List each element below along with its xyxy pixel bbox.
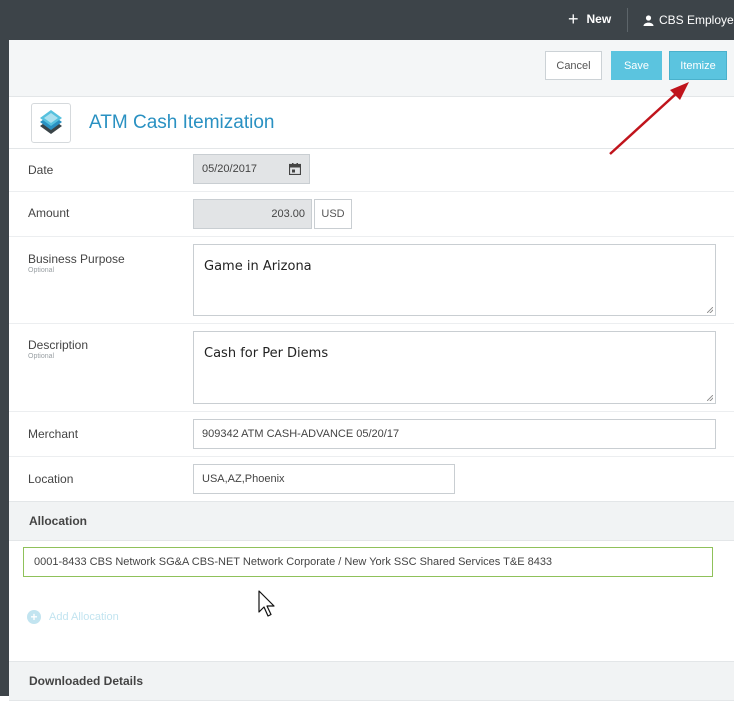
plus-icon: + [568,9,579,29]
row-divider [9,323,734,324]
allocation-heading: Allocation [29,514,88,528]
nav-divider [627,8,628,32]
user-menu[interactable]: CBS Employee [643,13,734,27]
business-purpose-label: Business Purpose Optional [28,252,125,274]
user-name: CBS Employee [659,13,734,27]
currency-select[interactable]: USD [314,199,352,229]
row-divider [9,191,734,192]
date-label: Date [28,163,54,177]
new-button[interactable]: + New [568,9,612,29]
resize-grip-icon[interactable] [707,307,713,313]
row-divider [9,411,734,412]
date-input[interactable]: 05/20/2017 [193,154,310,184]
allocation-value: 0001-8433 CBS Network SG&A CBS-NET Netwo… [34,556,553,568]
merchant-input[interactable]: 909342 ATM CASH-ADVANCE 05/20/17 [193,419,716,449]
location-label: Location [28,472,74,486]
description-textarea[interactable]: Cash for Per Diems [193,331,716,404]
location-input[interactable]: USA,AZ,Phoenix [193,464,455,494]
itemize-button[interactable]: Itemize [669,51,727,80]
description-value: Cash for Per Diems [204,346,329,361]
downloaded-details-section-header[interactable]: Downloaded Details [9,661,734,701]
resize-grip-icon[interactable] [707,395,713,401]
optional-hint: Optional [28,267,55,274]
business-purpose-textarea[interactable]: Game in Arizona [193,244,716,316]
add-allocation-link[interactable]: + Add Allocation [27,610,119,624]
cancel-button[interactable]: Cancel [545,51,602,80]
amount-input[interactable]: 203.00 [193,199,312,229]
allocation-section-header: Allocation [9,501,734,541]
merchant-label: Merchant [28,427,79,441]
add-allocation-label: Add Allocation [49,611,119,623]
business-purpose-label-text: Business Purpose [28,252,125,266]
business-purpose-value: Game in Arizona [204,259,312,274]
calendar-icon[interactable] [289,163,301,175]
optional-hint: Optional [28,353,55,360]
left-edge-bar [0,40,9,696]
allocation-input[interactable]: 0001-8433 CBS Network SG&A CBS-NET Netwo… [23,547,713,577]
page-title: ATM Cash Itemization [89,112,275,133]
description-label-text: Description [28,338,89,352]
row-divider [9,456,734,457]
merchant-value: 909342 ATM CASH-ADVANCE 05/20/17 [202,428,400,440]
description-label: Description Optional [28,338,88,360]
cash-stack-icon [31,103,71,143]
save-button[interactable]: Save [611,51,662,80]
top-nav-bar: + New CBS Employee [0,0,734,40]
amount-value: 203.00 [271,208,305,220]
add-circle-icon: + [27,610,41,624]
amount-label: Amount [28,206,70,220]
user-icon [643,14,654,26]
mouse-pointer-icon [258,590,275,617]
row-divider [9,236,734,237]
location-value: USA,AZ,Phoenix [202,473,285,485]
date-value: 05/20/2017 [202,163,258,175]
new-label: New [586,12,612,26]
annotation-arrow-icon [609,82,689,155]
downloaded-details-heading: Downloaded Details [29,674,144,688]
